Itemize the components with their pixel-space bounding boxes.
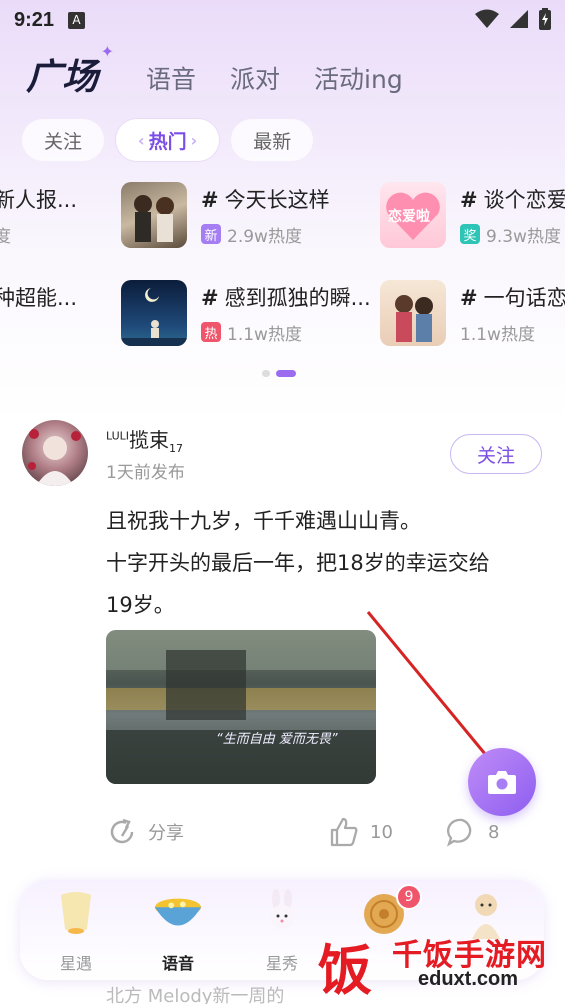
topic-heat: 1.1w热度 bbox=[460, 324, 535, 345]
topic-heat: 9.3w热度 bbox=[486, 226, 561, 247]
topic-title: 今天长这样 bbox=[224, 187, 330, 212]
topic-heat: 度 bbox=[0, 227, 11, 247]
reward-tag: 奖 bbox=[460, 224, 480, 244]
sparkle-icon: ✦ bbox=[100, 42, 115, 61]
battery-icon bbox=[539, 8, 551, 30]
comment-icon bbox=[446, 818, 472, 847]
wifi-icon bbox=[475, 9, 499, 28]
thumbs-up-icon bbox=[330, 817, 358, 847]
watermark-logo: 饭 bbox=[318, 938, 372, 1002]
nav-label: 语音 bbox=[161, 954, 194, 973]
like-count: 10 bbox=[370, 821, 393, 843]
topic-item[interactable]: # 今天长这样 新 2.9w热度 bbox=[121, 182, 330, 248]
topic-thumbnail bbox=[121, 280, 187, 346]
avatar[interactable] bbox=[22, 420, 88, 486]
subtab-hot[interactable]: 热门 bbox=[116, 119, 220, 161]
topic-item[interactable]: 种超能... bbox=[0, 282, 77, 312]
topic-item[interactable]: 新人报... 度 bbox=[0, 184, 77, 247]
username-prefix: LULI bbox=[106, 429, 130, 443]
topic-title: 谈个恋爱 bbox=[483, 187, 565, 212]
lantern-icon bbox=[50, 888, 102, 940]
unread-badge: 9 bbox=[396, 884, 422, 910]
comment-button[interactable]: 8 bbox=[446, 816, 499, 848]
main-tabs: 广场 ✦ 语音 派对 活动ing bbox=[26, 42, 403, 102]
thumbnail-text: 恋爱啦 bbox=[388, 209, 430, 225]
post-actions: 分享 10 8 bbox=[106, 816, 546, 850]
topic-title: 感到孤独的瞬... bbox=[224, 285, 371, 310]
topic-item[interactable]: # 一句话恋 1.1w热度 bbox=[380, 280, 565, 346]
camera-icon bbox=[488, 771, 516, 794]
tab-events[interactable]: 活动ing bbox=[314, 60, 403, 100]
follow-button[interactable]: 关注 bbox=[450, 434, 542, 474]
post-image[interactable]: “生而自由 爱而无畏” bbox=[106, 630, 376, 784]
post-text-line: 且祝我十九岁，千千难遇山山青。 bbox=[106, 509, 421, 533]
hash-icon: # bbox=[201, 187, 219, 212]
username-text: 揽束 bbox=[129, 428, 170, 452]
signal-icon bbox=[510, 10, 528, 28]
hash-icon: # bbox=[460, 285, 478, 310]
tab-voice[interactable]: 语音 bbox=[146, 60, 196, 100]
post-text-line: 十字开头的最后一年，把18岁的幸运交给 bbox=[106, 551, 490, 575]
status-time: 9:21 bbox=[14, 8, 55, 31]
watermark: 饭 千饭手游网 eduxt.com bbox=[318, 926, 558, 1002]
topic-carousel[interactable]: 新人报... 度 种超能... # 今天长这样 新 2.9w热度 # 感到孤独的瞬..… bbox=[0, 178, 565, 358]
bowl-icon bbox=[152, 888, 204, 940]
next-post-peek: 北方 Melody新一周的 bbox=[106, 986, 285, 1004]
hash-icon: # bbox=[460, 187, 478, 212]
nav-item-show[interactable]: 星秀 bbox=[242, 888, 322, 974]
share-label: 分享 bbox=[148, 823, 184, 844]
image-caption: “生而自由 爱而无畏” bbox=[216, 732, 338, 747]
status-icons bbox=[475, 8, 551, 30]
subtab-latest[interactable]: 最新 bbox=[231, 119, 314, 161]
rabbit-icon bbox=[256, 888, 308, 940]
indicator-dot bbox=[262, 370, 270, 377]
topic-thumbnail: 恋爱啦 bbox=[380, 182, 446, 248]
indicator-dot-active bbox=[276, 370, 296, 377]
notification-icon: A bbox=[68, 11, 86, 29]
topic-thumbnail bbox=[121, 182, 187, 248]
username-suffix: 17 bbox=[169, 442, 184, 455]
topic-thumbnail bbox=[380, 280, 446, 346]
topic-item[interactable]: 恋爱啦 # 谈个恋爱 奖 9.3w热度 bbox=[380, 182, 565, 248]
hash-icon: # bbox=[201, 285, 219, 310]
topic-title: 种超能... bbox=[0, 286, 78, 310]
share-icon bbox=[110, 818, 134, 844]
comment-count: 8 bbox=[488, 821, 500, 843]
tab-party[interactable]: 派对 bbox=[230, 60, 280, 100]
post-camera-button[interactable] bbox=[468, 748, 536, 816]
status-bar: 9:21 A bbox=[0, 0, 565, 40]
username[interactable]: LULI揽束17 bbox=[106, 424, 183, 455]
new-tag: 新 bbox=[201, 224, 221, 244]
nav-item-voice[interactable]: 语音 bbox=[138, 888, 218, 974]
share-button[interactable]: 分享 bbox=[106, 816, 184, 848]
nav-item-meet[interactable]: 星遇 bbox=[36, 888, 116, 974]
post-text: 且祝我十九岁，千千难遇山山青。 十字开头的最后一年，把18岁的幸运交给 19岁。 bbox=[106, 500, 546, 626]
watermark-url: eduxt.com bbox=[418, 968, 519, 990]
subtab-hot-label: 热门 bbox=[148, 130, 187, 153]
nav-label: 星遇 bbox=[59, 954, 92, 973]
subtab-following[interactable]: 关注 bbox=[22, 119, 105, 161]
topic-heat: 2.9w热度 bbox=[227, 226, 302, 247]
nav-label: 星秀 bbox=[265, 954, 298, 973]
tab-square-label: 广场 bbox=[26, 57, 99, 98]
topic-heat: 1.1w热度 bbox=[227, 324, 302, 345]
topic-title: 新人报... bbox=[0, 188, 78, 212]
carousel-indicator bbox=[262, 370, 296, 377]
topic-title: 一句话恋 bbox=[483, 285, 565, 310]
topic-item[interactable]: # 感到孤独的瞬... 热 1.1w热度 bbox=[121, 280, 371, 346]
tab-square[interactable]: 广场 ✦ bbox=[26, 42, 114, 102]
post-time: 1天前发布 bbox=[106, 463, 185, 483]
sub-tabs: 关注 热门 最新 bbox=[22, 119, 314, 161]
like-button[interactable]: 10 bbox=[328, 816, 393, 848]
post-text-line: 19岁。 bbox=[106, 593, 175, 617]
hot-tag: 热 bbox=[201, 322, 221, 342]
